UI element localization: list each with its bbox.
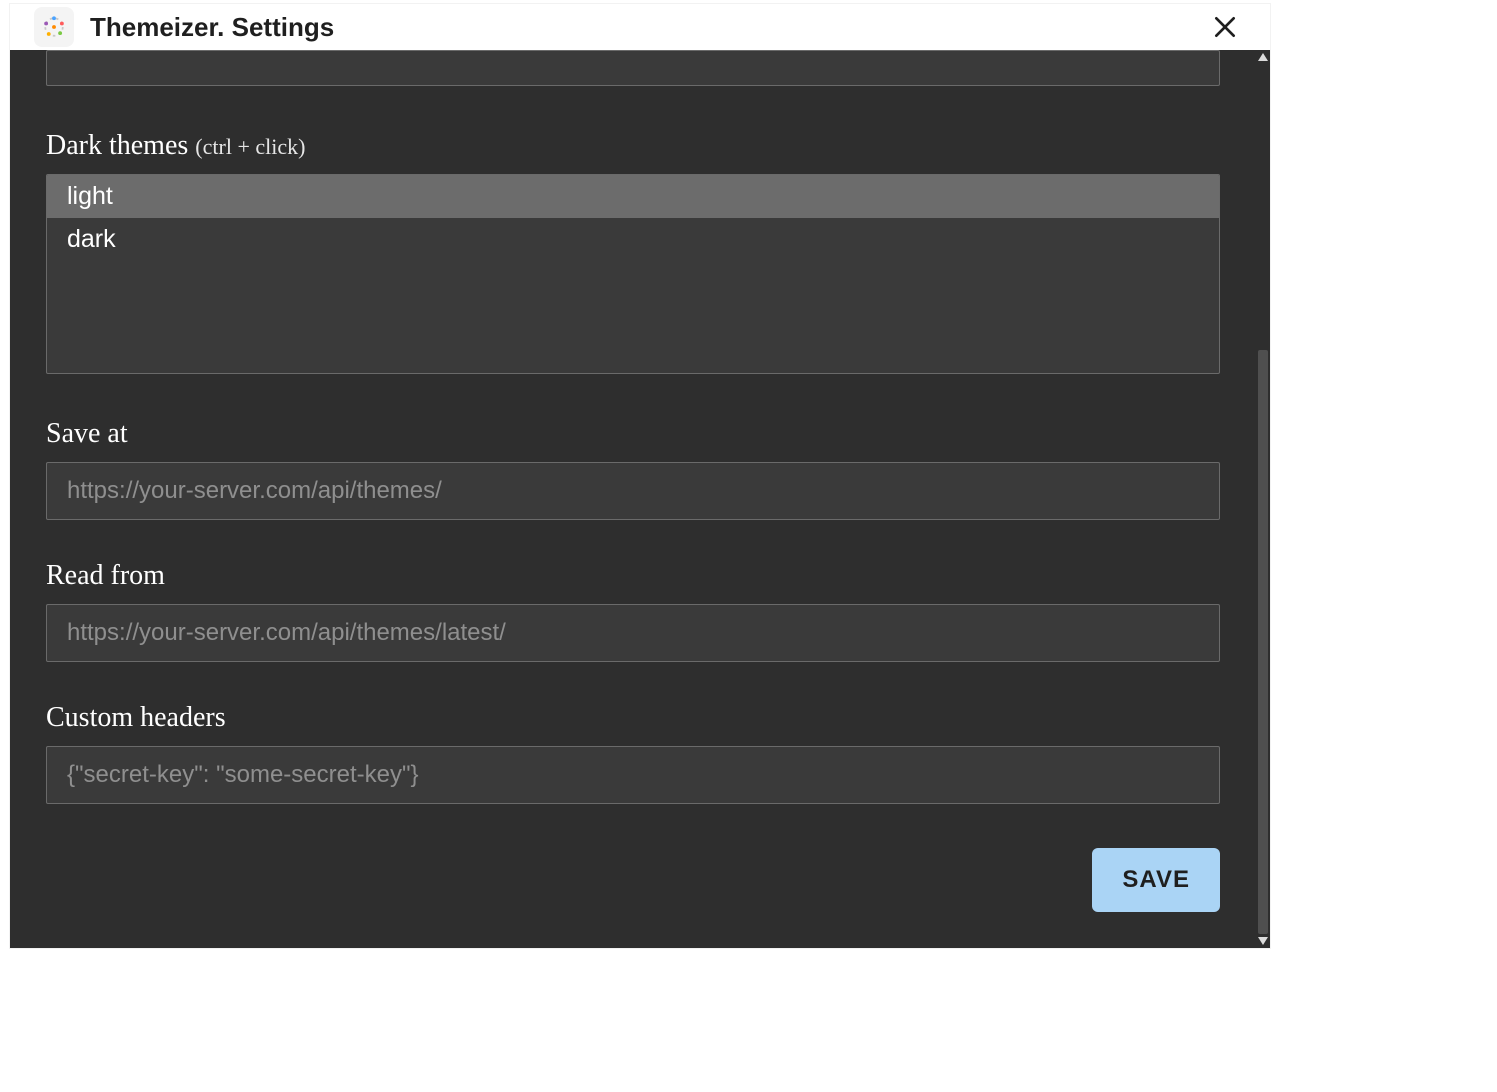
modal-title: Themeizer. Settings: [90, 12, 1208, 43]
custom-headers-field: Custom headers: [46, 702, 1220, 804]
dark-themes-option-dark[interactable]: dark: [47, 218, 1219, 261]
custom-headers-label: Custom headers: [46, 702, 1220, 734]
app-logo-icon: [34, 7, 74, 47]
close-button[interactable]: [1208, 10, 1242, 44]
save-at-input[interactable]: [46, 462, 1220, 520]
dark-themes-listbox[interactable]: light dark: [46, 174, 1220, 374]
chevron-down-icon: [1258, 937, 1268, 945]
scrollbar-down-arrow[interactable]: [1256, 934, 1270, 948]
modal-body: Dark themes (ctrl + click) light dark Sa…: [10, 50, 1270, 948]
dark-themes-label-text: Dark themes: [46, 130, 188, 161]
dark-themes-label: Dark themes (ctrl + click): [46, 130, 1220, 162]
actions-row: SAVE: [46, 848, 1220, 912]
scrollbar-thumb[interactable]: [1258, 350, 1268, 934]
close-icon: [1212, 14, 1238, 40]
chevron-up-icon: [1258, 53, 1268, 61]
scrollbar-up-arrow[interactable]: [1256, 50, 1270, 64]
modal-scrollbar[interactable]: [1256, 50, 1270, 948]
dark-themes-option-light[interactable]: light: [47, 175, 1219, 218]
previous-input-truncated[interactable]: [46, 50, 1220, 86]
custom-headers-input[interactable]: [46, 746, 1220, 804]
read-from-field: Read from: [46, 560, 1220, 662]
save-at-label: Save at: [46, 418, 1220, 450]
dark-themes-hint: (ctrl + click): [195, 134, 305, 159]
settings-modal: Themeizer. Settings Dark themes (ctrl + …: [10, 4, 1270, 948]
read-from-input[interactable]: [46, 604, 1220, 662]
dark-themes-field: Dark themes (ctrl + click) light dark: [46, 130, 1220, 374]
read-from-label: Read from: [46, 560, 1220, 592]
save-button[interactable]: SAVE: [1092, 848, 1220, 912]
modal-title-bar: Themeizer. Settings: [10, 4, 1270, 50]
save-at-field: Save at: [46, 418, 1220, 520]
